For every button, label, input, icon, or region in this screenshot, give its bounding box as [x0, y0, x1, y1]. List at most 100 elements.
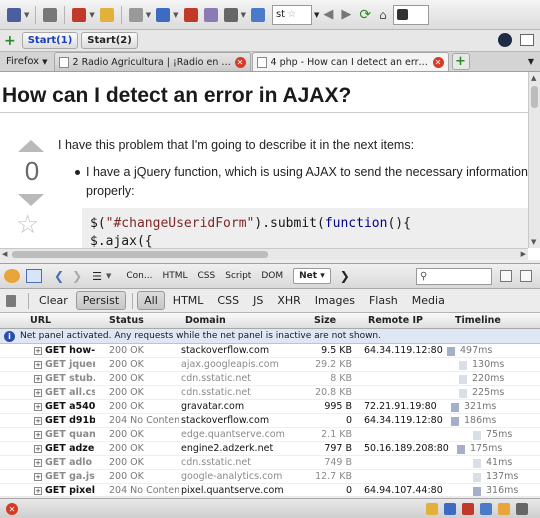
reload-icon[interactable]: ⟳ [359, 7, 371, 23]
scroll-thumb[interactable] [531, 86, 538, 108]
addon-icon[interactable] [203, 7, 218, 22]
filter-all[interactable]: All [137, 291, 165, 310]
column-url[interactable]: URL [30, 315, 51, 326]
address-text[interactable]: st [276, 9, 285, 20]
moon-icon[interactable] [498, 33, 512, 47]
clear-button[interactable]: Clear [33, 292, 74, 309]
globe-icon[interactable] [480, 503, 492, 515]
start-button-1[interactable]: Start(1) [21, 32, 79, 49]
scroll-down-arrow-icon[interactable]: ▼ [531, 238, 536, 246]
table-row[interactable]: + GET all.cs 200 OK cdn.sstatic.net 20.8 KB 2… [0, 386, 540, 400]
expand-icon[interactable]: + [34, 417, 42, 425]
expand-icon[interactable]: + [34, 431, 42, 439]
address-bar[interactable]: st ☆ [271, 4, 312, 25]
table-row[interactable]: + GET a540 200 OK gravatar.com 995 B 72.21.91… [0, 400, 540, 414]
expand-icon[interactable]: + [34, 459, 42, 467]
favorite-star-icon[interactable]: ☆ [16, 212, 39, 238]
table-row[interactable]: + GET quan 200 OK edge.quantserve.com 2.1 KB… [0, 428, 540, 442]
dropdown-arrow-icon[interactable]: ▼ [314, 11, 319, 19]
vertical-scrollbar[interactable]: ▲ ▼ [528, 72, 540, 248]
filter-images[interactable]: Images [309, 292, 361, 309]
menu-icon[interactable]: ☰ [92, 270, 102, 283]
vote-up-arrow-icon[interactable] [18, 140, 44, 152]
dropdown-arrow-icon[interactable]: ▼ [173, 11, 178, 19]
filter-media[interactable]: Media [406, 292, 451, 309]
firefox-menu[interactable]: Firefox ▼ [0, 52, 54, 71]
scroll-up-arrow-icon[interactable]: ▲ [531, 74, 536, 82]
expand-icon[interactable]: + [34, 375, 42, 383]
clear-icon[interactable] [6, 294, 16, 307]
close-icon[interactable]: ✕ [432, 56, 444, 68]
expand-icon[interactable]: + [34, 487, 42, 495]
home-icon[interactable]: ⌂ [379, 8, 387, 22]
expand-icon[interactable]: + [34, 389, 42, 397]
column-remote-ip[interactable]: Remote IP [368, 315, 423, 326]
back-arrow-icon[interactable]: ◀ [323, 7, 333, 22]
back-arrow-icon[interactable]: ❮ [54, 269, 64, 283]
panel-tab-html[interactable]: HTML [162, 271, 187, 281]
firebug-icon[interactable] [4, 269, 20, 283]
forward-arrow-icon[interactable]: ❯ [72, 269, 82, 283]
table-row[interactable]: + GET pixel 204 No Content pixel.quantserve… [0, 484, 540, 496]
forward-arrow-icon[interactable]: ▶ [341, 7, 351, 22]
panel-tab-net[interactable]: Net ▾ [293, 268, 331, 284]
addon-icon[interactable] [462, 503, 474, 515]
column-status[interactable]: Status [109, 315, 144, 326]
dropdown-arrow-icon[interactable]: ▼ [89, 11, 94, 19]
dropdown-arrow-icon[interactable]: ▼ [146, 11, 151, 19]
table-row[interactable]: + GET adlo 200 OK cdn.sstatic.net 749 B 41ms [0, 456, 540, 470]
table-row[interactable]: + GET how- 200 OK stackoverflow.com 9.5 KB 64… [0, 344, 540, 358]
filter-js[interactable]: JS [247, 292, 269, 309]
expand-icon[interactable]: + [34, 445, 42, 453]
panel-tab-dom[interactable]: DOM [261, 271, 283, 281]
table-row[interactable]: + GET d91b 204 No Content stackoverflow.com… [0, 414, 540, 428]
error-icon[interactable]: ✕ [6, 503, 18, 515]
car-icon[interactable] [223, 7, 238, 22]
grid-icon[interactable] [156, 7, 171, 22]
new-tab-button[interactable]: + [451, 53, 470, 70]
print-icon[interactable] [43, 7, 58, 22]
persist-button[interactable]: Persist [75, 291, 127, 310]
window-icon[interactable] [520, 34, 534, 46]
addon-icon[interactable] [426, 503, 438, 515]
firebug-search-input[interactable]: ⚲ [416, 268, 492, 285]
dropdown-arrow-icon[interactable]: ▼ [241, 11, 246, 19]
column-size[interactable]: Size [314, 315, 336, 326]
panel-tab-script[interactable]: Script [225, 271, 251, 281]
browser-tab-php[interactable]: 4 php - How can I detect an erro… ✕ [251, 52, 449, 71]
close-icon[interactable] [520, 270, 532, 282]
start-button-2[interactable]: Start(2) [81, 32, 138, 49]
browser-tab-radio[interactable]: 2 Radio Agricultura | ¡Radio en Vivo! ✕ [53, 52, 251, 71]
panel-tab-console[interactable]: Con... [126, 271, 152, 281]
add-icon[interactable]: + [4, 33, 16, 49]
search-engine-box[interactable] [392, 4, 429, 25]
table-row[interactable]: + GET ga.js 200 OK google-analytics.com 12.7… [0, 470, 540, 484]
horizontal-scrollbar[interactable]: ◀ ▶ [0, 248, 528, 260]
close-icon[interactable]: ✕ [234, 56, 246, 68]
vote-down-arrow-icon[interactable] [18, 194, 44, 206]
firebug-icon[interactable] [498, 503, 510, 515]
inspect-icon[interactable] [26, 269, 42, 283]
filter-html[interactable]: HTML [167, 292, 210, 309]
expand-icon[interactable]: + [34, 403, 42, 411]
panel-tab-css[interactable]: CSS [198, 271, 216, 281]
column-timeline[interactable]: Timeline [455, 315, 501, 326]
minimize-icon[interactable] [500, 270, 512, 282]
column-domain[interactable]: Domain [185, 315, 226, 326]
stop-icon[interactable] [183, 7, 198, 22]
bookmark-star-icon[interactable]: ☆ [287, 9, 296, 20]
dropdown-arrow-icon[interactable]: ▼ [106, 272, 111, 280]
expand-icon[interactable]: + [34, 361, 42, 369]
table-row[interactable]: + GET stub. 200 OK cdn.sstatic.net 8 KB 220ms [0, 372, 540, 386]
filter-xhr[interactable]: XHR [271, 292, 306, 309]
scroll-left-arrow-icon[interactable]: ◀ [2, 250, 7, 258]
table-row[interactable]: + GET jquer 200 OK ajax.googleapis.com 29.2 … [0, 358, 540, 372]
tools-icon[interactable] [128, 7, 143, 22]
dropdown-arrow-icon[interactable]: ▼ [24, 11, 29, 19]
globe-icon[interactable] [250, 7, 265, 22]
question-title[interactable]: How can I detect an error in AJAX? [2, 84, 351, 108]
filter-flash[interactable]: Flash [363, 292, 404, 309]
cut-icon[interactable] [72, 7, 87, 22]
addon-icon[interactable] [444, 503, 456, 515]
filter-css[interactable]: CSS [211, 292, 245, 309]
